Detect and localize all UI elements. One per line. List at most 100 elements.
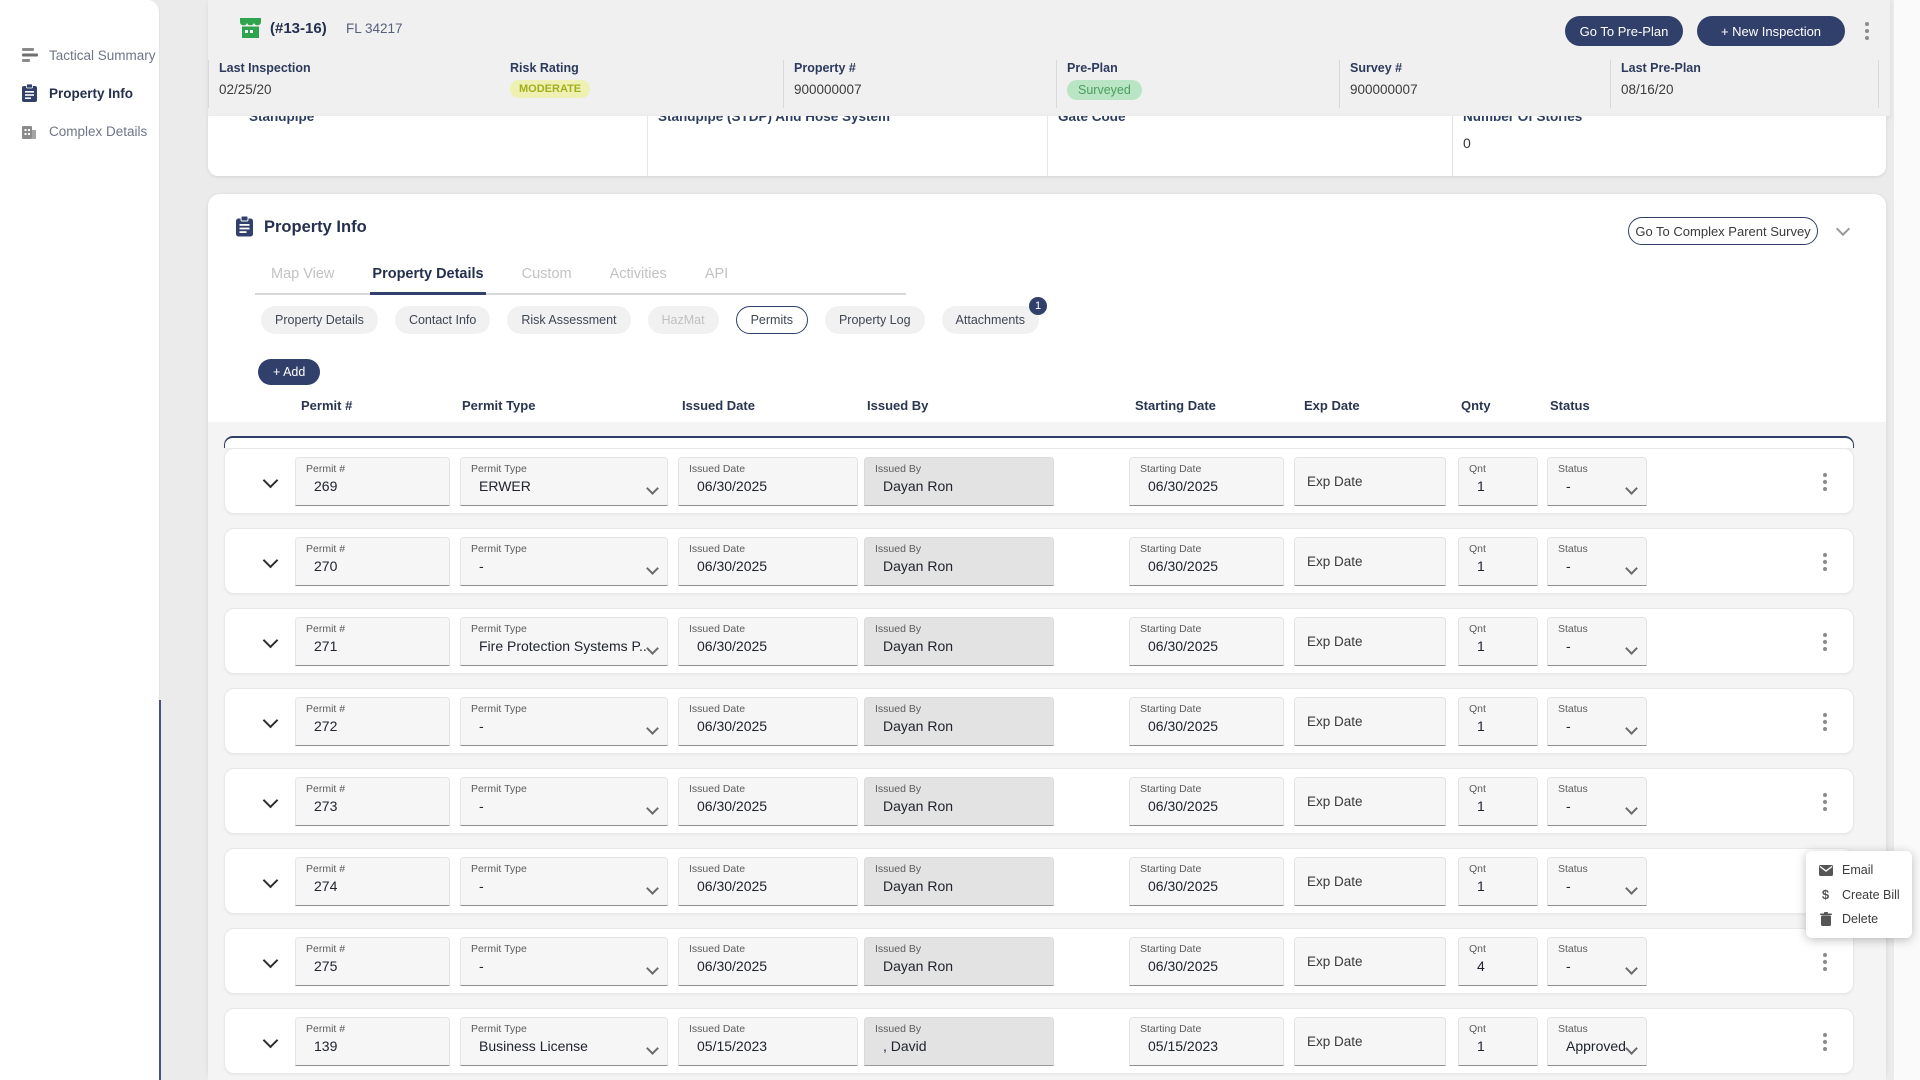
issued-date-field[interactable]: Issued Date 06/30/2025 — [678, 777, 858, 826]
go-to-preplan-button[interactable]: Go To Pre-Plan — [1565, 16, 1683, 46]
issued-date-field[interactable]: Issued Date 05/15/2023 — [678, 1017, 858, 1066]
row-kebab-menu-icon[interactable] — [1821, 791, 1829, 813]
row-expand-chevron-icon[interactable] — [262, 472, 279, 489]
exp-date-field[interactable]: Exp Date — [1294, 537, 1446, 586]
starting-date-field[interactable]: Starting Date 05/15/2023 — [1129, 1017, 1284, 1066]
summary-field-value: MODERATE — [510, 80, 591, 98]
quantity-field[interactable]: Qnt 1 — [1458, 697, 1538, 746]
exp-date-field[interactable]: Exp Date — [1294, 1017, 1446, 1066]
permit-number-field[interactable]: Permit # 270 — [295, 537, 450, 586]
row-expand-chevron-icon[interactable] — [262, 872, 279, 889]
go-to-complex-parent-survey-button[interactable]: Go To Complex Parent Survey — [1628, 217, 1818, 245]
permit-number-field[interactable]: Permit # 139 — [295, 1017, 450, 1066]
row-expand-chevron-icon[interactable] — [262, 632, 279, 649]
status-select[interactable]: Status - — [1547, 617, 1647, 666]
section-chip[interactable]: Property Log — [824, 306, 925, 334]
permit-number-field[interactable]: Permit # 274 — [295, 857, 450, 906]
row-expand-chevron-icon[interactable] — [262, 952, 279, 969]
starting-date-field[interactable]: Starting Date 06/30/2025 — [1129, 857, 1284, 906]
permit-type-select[interactable]: Permit Type Business License — [460, 1017, 668, 1066]
issued-date-field[interactable]: Issued Date 06/30/2025 — [678, 537, 858, 586]
tab[interactable]: Custom — [520, 260, 574, 295]
status-select[interactable]: Status - — [1547, 537, 1647, 586]
quantity-field[interactable]: Qnt 1 — [1458, 1017, 1538, 1066]
starting-date-field[interactable]: Starting Date 06/30/2025 — [1129, 537, 1284, 586]
issued-date-field[interactable]: Issued Date 06/30/2025 — [678, 857, 858, 906]
permit-type-select[interactable]: Permit Type ERWER — [460, 457, 668, 506]
issued-date-value: 06/30/2025 — [697, 958, 768, 974]
row-expand-chevron-icon[interactable] — [262, 792, 279, 809]
row-kebab-menu-icon[interactable] — [1821, 1031, 1829, 1053]
permit-type-select[interactable]: Permit Type - — [460, 697, 668, 746]
row-kebab-menu-icon[interactable] — [1821, 951, 1829, 973]
row-expand-chevron-icon[interactable] — [262, 552, 279, 569]
tab[interactable]: Property Details — [370, 260, 486, 295]
tab[interactable]: API — [703, 260, 730, 295]
issued-date-field[interactable]: Issued Date 06/30/2025 — [678, 697, 858, 746]
section-chip[interactable]: HazMat — [647, 306, 719, 334]
quantity-field[interactable]: Qnt 1 — [1458, 457, 1538, 506]
starting-date-field[interactable]: Starting Date 06/30/2025 — [1129, 777, 1284, 826]
permit-number-field[interactable]: Permit # 269 — [295, 457, 450, 506]
row-kebab-menu-icon[interactable] — [1821, 631, 1829, 653]
collapse-chevron-icon[interactable] — [1835, 221, 1851, 239]
status-select[interactable]: Status - — [1547, 457, 1647, 506]
sidebar-item-tactical-summary[interactable]: Tactical Summary — [0, 36, 159, 74]
exp-date-field[interactable]: Exp Date — [1294, 937, 1446, 986]
permit-number-field[interactable]: Permit # 273 — [295, 777, 450, 826]
permit-type-select[interactable]: Permit Type Fire Protection Systems P... — [460, 617, 668, 666]
exp-date-field[interactable]: Exp Date — [1294, 617, 1446, 666]
tab[interactable]: Map View — [269, 260, 336, 295]
permit-number-field[interactable]: Permit # 271 — [295, 617, 450, 666]
section-chip[interactable]: Contact Info — [394, 306, 491, 334]
section-chip[interactable]: Attachments 1 — [941, 297, 1048, 334]
context-menu-delete[interactable]: Delete — [1806, 907, 1912, 931]
permit-type-select[interactable]: Permit Type - — [460, 857, 668, 906]
section-chip[interactable]: Risk Assessment — [507, 306, 631, 334]
context-menu-email[interactable]: Email — [1806, 858, 1912, 882]
row-kebab-menu-icon[interactable] — [1821, 711, 1829, 733]
quantity-field[interactable]: Qnt 1 — [1458, 537, 1538, 586]
permit-type-select[interactable]: Permit Type - — [460, 937, 668, 986]
permit-type-select[interactable]: Permit Type - — [460, 777, 668, 826]
quantity-field[interactable]: Qnt 1 — [1458, 857, 1538, 906]
quantity-field[interactable]: Qnt 4 — [1458, 937, 1538, 986]
status-select[interactable]: Status Approved — [1547, 1017, 1647, 1066]
starting-date-field[interactable]: Starting Date 06/30/2025 — [1129, 617, 1284, 666]
context-menu-create-bill[interactable]: $ Create Bill — [1806, 882, 1912, 907]
status-select[interactable]: Status - — [1547, 697, 1647, 746]
row-kebab-menu-icon[interactable] — [1821, 471, 1829, 493]
status-select[interactable]: Status - — [1547, 777, 1647, 826]
permit-type-select[interactable]: Permit Type - — [460, 537, 668, 586]
new-inspection-button[interactable]: + New Inspection — [1697, 16, 1845, 46]
starting-date-field[interactable]: Starting Date 06/30/2025 — [1129, 937, 1284, 986]
permit-number-field[interactable]: Permit # 275 — [295, 937, 450, 986]
section-chip[interactable]: Property Details — [261, 306, 378, 334]
tab[interactable]: Activities — [608, 260, 669, 295]
row-expand-chevron-icon[interactable] — [262, 712, 279, 729]
row-expand-chevron-icon[interactable] — [262, 1032, 279, 1049]
row-kebab-menu-icon[interactable] — [1821, 551, 1829, 573]
issued-date-field[interactable]: Issued Date 06/30/2025 — [678, 457, 858, 506]
summary-field-label: Risk Rating — [510, 61, 579, 75]
header-kebab-menu-icon[interactable] — [1863, 20, 1871, 42]
starting-date-value: 06/30/2025 — [1148, 638, 1219, 654]
section-chip[interactable]: Permits — [735, 306, 808, 334]
quantity-field[interactable]: Qnt 1 — [1458, 617, 1538, 666]
starting-date-field[interactable]: Starting Date 06/30/2025 — [1129, 457, 1284, 506]
permit-number-field[interactable]: Permit # 272 — [295, 697, 450, 746]
exp-date-field[interactable]: Exp Date — [1294, 777, 1446, 826]
quantity-field[interactable]: Qnt 1 — [1458, 777, 1538, 826]
exp-date-field[interactable]: Exp Date — [1294, 457, 1446, 506]
sidebar-item-property-info[interactable]: Property Info — [0, 74, 159, 112]
sidebar-item-complex-details[interactable]: Complex Details — [0, 112, 159, 150]
permit-row: Permit # 270 Permit Type - Issued Date 0… — [224, 528, 1854, 594]
status-select[interactable]: Status - — [1547, 857, 1647, 906]
add-permit-button[interactable]: + Add — [258, 359, 321, 385]
issued-date-field[interactable]: Issued Date 06/30/2025 — [678, 937, 858, 986]
issued-date-field[interactable]: Issued Date 06/30/2025 — [678, 617, 858, 666]
starting-date-field[interactable]: Starting Date 06/30/2025 — [1129, 697, 1284, 746]
exp-date-field[interactable]: Exp Date — [1294, 857, 1446, 906]
exp-date-field[interactable]: Exp Date — [1294, 697, 1446, 746]
status-select[interactable]: Status - — [1547, 937, 1647, 986]
